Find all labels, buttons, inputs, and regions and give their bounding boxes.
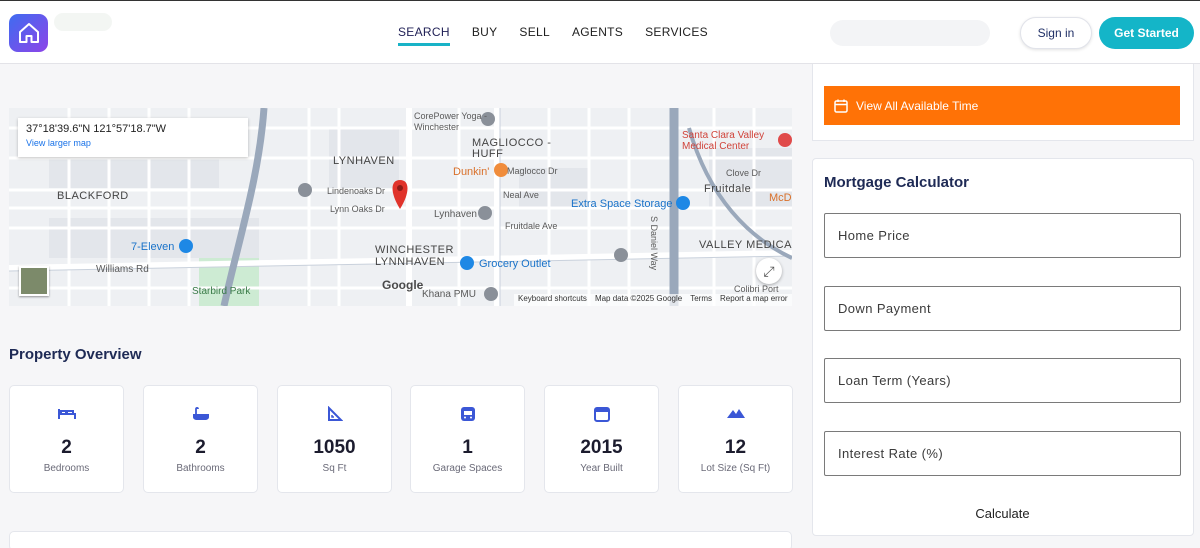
nav-buy[interactable]: BUY [472, 25, 498, 46]
site-logo[interactable] [9, 14, 48, 52]
bed-icon [10, 406, 123, 424]
map-area-label: WINCHESTER [375, 244, 454, 256]
map-place-label: Extra Space Storage [571, 198, 673, 210]
map-area-label: VALLEY MEDICAL [699, 239, 792, 251]
view-available-time-label: View All Available Time [856, 98, 979, 113]
map-place-label: CorePower Yoga - Winchester [414, 111, 488, 132]
view-available-time-button[interactable]: View All Available Time [824, 86, 1180, 125]
map-street-label: Colibri Port [734, 284, 779, 294]
garage-label: Garage Spaces [432, 463, 503, 474]
property-overview-title: Property Overview [9, 346, 142, 363]
map-place-label: Santa Clara Valley Medical Center [682, 130, 765, 152]
get-started-button[interactable]: Get Started [1099, 17, 1194, 49]
map-place-label: Starbird Park [192, 286, 251, 297]
map-street-label: Maglocco Dr [507, 166, 558, 176]
loan-term-input[interactable] [824, 358, 1181, 403]
map-street-label: Fruitdale Ave [505, 221, 558, 231]
map-place-label: Khana PMU [422, 289, 476, 300]
brand-placeholder [54, 13, 112, 31]
calculate-button[interactable]: Calculate [924, 500, 1081, 526]
ruler-icon [278, 406, 391, 424]
map-area-label: Fruitdale [704, 183, 752, 195]
satellite-toggle[interactable] [19, 266, 49, 296]
garage-card: 1 Garage Spaces [410, 385, 525, 493]
calendar-icon [834, 99, 848, 113]
bedrooms-card: 2 Bedrooms [9, 385, 124, 493]
map-area-label: MAGLIOCCO - HUFF [472, 137, 552, 160]
year-built-value: 2015 [580, 437, 623, 458]
map-coordinates-box: 37°18'39.6"N 121°57'18.7"W View larger m… [18, 118, 248, 157]
sqft-label: Sq Ft [322, 463, 347, 474]
map-place-label: Grocery Outlet [479, 258, 551, 270]
year-built-label: Year Built [580, 463, 623, 474]
map-place-label: 7-Eleven [131, 241, 175, 253]
calendar-icon [545, 406, 658, 424]
nav-search[interactable]: SEARCH [398, 25, 450, 46]
lot-size-card: 12 Lot Size (Sq Ft) [678, 385, 793, 493]
map-attribution: Keyboard shortcuts Map data ©2025 Google… [514, 294, 792, 306]
next-section-panel [9, 531, 792, 548]
year-built-card: 2015 Year Built [544, 385, 659, 493]
report-error-link[interactable]: Report a map error [720, 294, 788, 306]
home-price-input[interactable] [824, 213, 1181, 258]
map-street-label: Clove Dr [726, 168, 762, 178]
garage-value: 1 [462, 437, 473, 458]
map-street-label: Neal Ave [503, 190, 539, 200]
map-street-label: Lindenoaks Dr [327, 186, 386, 196]
nav-services[interactable]: SERVICES [645, 25, 708, 46]
sqft-card: 1050 Sq Ft [277, 385, 392, 493]
mountain-icon [679, 406, 792, 424]
map-coordinates: 37°18'39.6"N 121°57'18.7"W [26, 123, 167, 135]
bath-icon [144, 406, 257, 424]
lot-size-value: 12 [724, 437, 747, 458]
down-payment-input[interactable] [824, 286, 1181, 331]
map-place-label: Dunkin' [453, 166, 490, 178]
nav-sell[interactable]: SELL [519, 25, 550, 46]
house-icon [18, 23, 39, 43]
sign-in-button[interactable]: Sign in [1020, 17, 1092, 49]
interest-rate-input[interactable] [824, 431, 1181, 476]
location-map[interactable]: LYNHAVEN MAGLIOCCO - HUFF BLACKFORD WINC… [9, 108, 792, 306]
fullscreen-icon[interactable]: ⤢ [756, 258, 782, 284]
keyboard-shortcuts-link[interactable]: Keyboard shortcuts [518, 294, 587, 306]
map-area-label: BLACKFORD [57, 190, 129, 202]
nav-agents[interactable]: AGENTS [572, 25, 623, 46]
terms-link[interactable]: Terms [690, 294, 712, 306]
map-street-label: Williams Rd [96, 264, 149, 275]
bedrooms-label: Bedrooms [43, 463, 90, 474]
bathrooms-value: 2 [195, 437, 206, 458]
map-area-label: LYNNHAVEN [375, 256, 446, 268]
map-street-label: S Daniel Way [649, 216, 659, 271]
lot-size-label: Lot Size (Sq Ft) [700, 463, 771, 474]
header-search-placeholder[interactable] [830, 20, 990, 46]
google-logo: Google [382, 278, 424, 292]
sqft-value: 1050 [313, 437, 356, 458]
map-street-label: Lynn Oaks Dr [330, 204, 385, 214]
main-nav: SEARCH BUY SELL AGENTS SERVICES [398, 25, 708, 46]
map-place-label: McD [769, 192, 792, 204]
view-larger-map-link[interactable]: View larger map [26, 138, 240, 148]
site-header: SEARCH BUY SELL AGENTS SERVICES Sign in … [0, 1, 1200, 64]
bathrooms-label: Bathrooms [176, 463, 225, 474]
garage-icon [411, 406, 524, 424]
map-area-label: LYNHAVEN [333, 155, 395, 167]
bedrooms-value: 2 [61, 437, 72, 458]
map-place-label: Lynhaven [434, 209, 477, 220]
mortgage-calculator-title: Mortgage Calculator [824, 174, 970, 191]
bathrooms-card: 2 Bathrooms [143, 385, 258, 493]
map-data-text: Map data ©2025 Google [594, 294, 683, 303]
